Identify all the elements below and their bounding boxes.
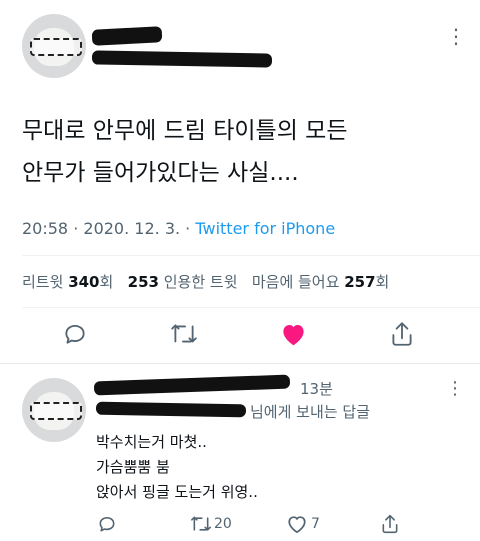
reply-more-button[interactable]: ⋮ <box>446 380 464 398</box>
reply-to-line: 님에게 보내는 답글 <box>250 401 370 422</box>
retweets-stat[interactable]: 리트윗 340회 <box>22 273 118 291</box>
tweet-time[interactable]: 20:58 <box>22 219 68 238</box>
heart-icon <box>283 325 304 346</box>
reply-text-line-3: 앉아서 핑글 도는거 위영.. <box>96 483 258 501</box>
retweet-icon <box>171 324 197 343</box>
reply-button[interactable] <box>62 321 88 347</box>
author-name-redaction <box>91 26 163 46</box>
reply-author-avatar[interactable] <box>22 378 86 442</box>
tweet-source-link[interactable]: Twitter for iPhone <box>195 219 335 238</box>
meta-separator: · <box>73 219 79 238</box>
retweet-icon <box>191 516 211 531</box>
reply-text-line-2: 가슴뿜뿜 붐 <box>96 458 170 476</box>
quotes-label: 인용한 트윗 <box>163 273 238 291</box>
divider <box>22 307 480 308</box>
retweets-count: 340 <box>68 273 100 291</box>
reply-icon <box>65 324 85 344</box>
likes-count: 257 <box>344 273 376 291</box>
reply-time-text: 13분 <box>300 380 333 398</box>
reply-author-redaction <box>93 374 291 396</box>
section-divider <box>0 363 480 364</box>
tweet-stats: 리트윗 340회 253 인용한 트윗 마음에 들어요 257회 <box>22 272 389 292</box>
reply-like-count: 7 <box>311 516 320 532</box>
avatar-censor-box <box>29 402 83 421</box>
author-handle-redaction <box>91 50 273 68</box>
reply-reply-button[interactable] <box>97 514 117 534</box>
quotes-stat[interactable]: 253 인용한 트윗 <box>128 273 243 291</box>
likes-unit: 회 <box>375 273 390 291</box>
share-button[interactable] <box>389 320 415 348</box>
tweet-meta: 20:58 · 2020. 12. 3. · Twitter for iPhon… <box>22 219 335 239</box>
tweet-more-button[interactable]: ⋮ <box>446 26 466 46</box>
reply-time[interactable]: 13분 <box>300 378 333 399</box>
author-avatar[interactable] <box>22 14 86 78</box>
more-icon: ⋮ <box>446 24 466 48</box>
share-icon <box>382 514 398 534</box>
reply-retweet-count: 20 <box>214 516 232 532</box>
meta-separator: · <box>185 219 191 238</box>
retweets-unit: 회 <box>99 273 114 291</box>
reply-share-button[interactable] <box>380 513 400 535</box>
reply-like-button[interactable]: 7 <box>286 514 320 534</box>
likes-label: 마음에 들어요 <box>251 273 340 291</box>
reply-icon <box>99 516 115 532</box>
heart-outline-icon <box>288 516 306 534</box>
tweet-text: 무대로 안무에 드림 타이틀의 모든 안무가 들어가있다는 사실.... <box>22 110 347 194</box>
tweet-text-line-2: 안무가 들어가있다는 사실.... <box>22 160 299 186</box>
reply-text-line-1: 박수치는거 마쳣.. <box>96 433 207 451</box>
tweet-text-line-1: 무대로 안무에 드림 타이틀의 모든 <box>22 118 348 144</box>
share-icon <box>392 322 412 346</box>
quotes-count: 253 <box>127 273 159 291</box>
reply-to-handle-redaction <box>95 401 247 418</box>
retweets-label: 리트윗 <box>22 273 64 291</box>
reply-to-text: 님에게 보내는 답글 <box>250 403 370 421</box>
more-icon: ⋮ <box>446 378 464 399</box>
divider <box>22 255 480 256</box>
reply-retweet-button[interactable]: 20 <box>190 514 232 534</box>
like-button[interactable] <box>280 321 307 347</box>
retweet-button[interactable] <box>170 321 198 347</box>
avatar-censor-box <box>29 38 83 57</box>
reply-text: 박수치는거 마쳣.. 가슴뿜뿜 붐 앉아서 핑글 도는거 위영.. <box>96 430 258 505</box>
likes-stat[interactable]: 마음에 들어요 257회 <box>252 273 389 291</box>
tweet-date[interactable]: 2020. 12. 3. <box>83 219 180 238</box>
